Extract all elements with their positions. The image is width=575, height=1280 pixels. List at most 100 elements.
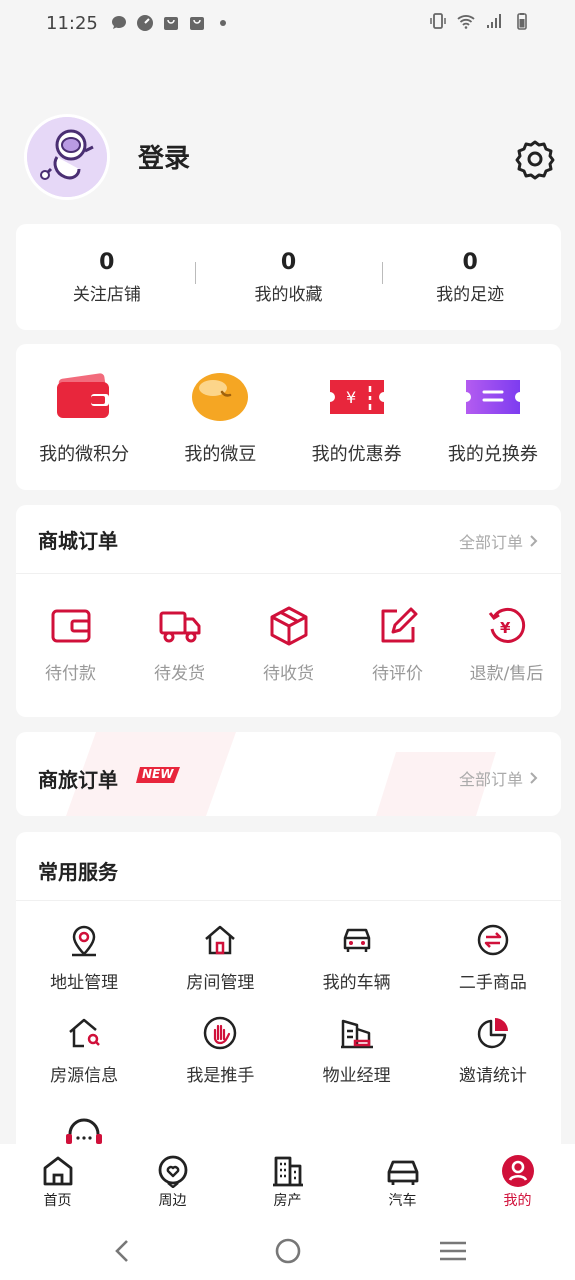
order-label: 退款/售后 bbox=[469, 664, 544, 684]
divider bbox=[195, 262, 196, 284]
second-hand-goods-item[interactable]: 二手商品 bbox=[425, 922, 561, 993]
order-status-row: 待付款 待发货 待收货 待评价 ¥ 退款/售后 bbox=[16, 605, 561, 684]
pending-receipt-item[interactable]: 待收货 bbox=[234, 605, 343, 684]
battery-icon bbox=[517, 13, 527, 30]
wallet-icon bbox=[57, 373, 110, 418]
tab-home[interactable]: 首页 bbox=[0, 1144, 115, 1220]
status-bar: 11:25 bbox=[0, 0, 575, 46]
promoter-item[interactable]: 我是推手 bbox=[152, 1015, 288, 1086]
svg-text:¥: ¥ bbox=[500, 619, 511, 637]
edit-icon bbox=[381, 607, 417, 643]
stat-count: 0 bbox=[99, 249, 115, 275]
trip-orders-all-link[interactable]: 全部订单 bbox=[459, 766, 539, 790]
tab-nearby[interactable]: 周边 bbox=[115, 1144, 230, 1220]
coupons-item[interactable]: ¥ 我的优惠券 bbox=[289, 344, 425, 490]
service-label: 二手商品 bbox=[458, 973, 527, 993]
dot-icon bbox=[219, 20, 226, 26]
gear-icon[interactable] bbox=[514, 138, 556, 180]
housing-info-item[interactable]: 房源信息 bbox=[16, 1015, 152, 1086]
invite-stats-item[interactable]: 邀请统计 bbox=[425, 1015, 561, 1086]
back-icon[interactable] bbox=[108, 1236, 138, 1266]
stat-label: 我的收藏 bbox=[254, 284, 323, 305]
refund-item[interactable]: ¥ 退款/售后 bbox=[452, 605, 561, 684]
footprints-stat[interactable]: 0 我的足迹 bbox=[379, 250, 561, 305]
refund-icon: ¥ bbox=[488, 607, 525, 643]
divider bbox=[382, 262, 383, 284]
tab-label: 汽车 bbox=[388, 1193, 417, 1209]
home-button-icon[interactable] bbox=[273, 1236, 303, 1266]
trip-orders-title: 商旅订单 bbox=[38, 768, 118, 792]
order-label: 待评价 bbox=[372, 664, 423, 684]
profile-tab-icon bbox=[501, 1155, 534, 1187]
pending-review-item[interactable]: 待评价 bbox=[343, 605, 452, 684]
followed-stores-stat[interactable]: 0 关注店铺 bbox=[16, 250, 198, 305]
chevron-right-icon bbox=[530, 772, 538, 784]
pending-payment-item[interactable]: 待付款 bbox=[16, 605, 125, 684]
mall-orders-title: 商城订单 bbox=[38, 529, 118, 553]
service-label: 物业经理 bbox=[322, 1066, 391, 1086]
room-management-item[interactable]: 房间管理 bbox=[152, 922, 288, 993]
asset-label: 我的微豆 bbox=[184, 444, 257, 465]
service-label: 邀请统计 bbox=[458, 1066, 527, 1086]
tab-real-estate[interactable]: 房产 bbox=[230, 1144, 345, 1220]
all-orders-label: 全部订单 bbox=[458, 770, 523, 789]
asset-label: 我的优惠券 bbox=[311, 444, 402, 465]
pie-chart-icon bbox=[477, 1018, 508, 1049]
order-label: 待收货 bbox=[263, 664, 314, 684]
wifi-icon bbox=[457, 15, 475, 29]
exchange-tickets-item[interactable]: 我的兑换券 bbox=[425, 344, 561, 490]
stat-label: 我的足迹 bbox=[436, 284, 505, 305]
order-label: 待发货 bbox=[154, 664, 205, 684]
assets-card: 我的微积分 我的微豆 ¥ 我的优惠券 我的兑换券 bbox=[16, 344, 561, 490]
signal-icon bbox=[487, 14, 501, 28]
all-orders-label: 全部订单 bbox=[458, 533, 523, 552]
bottom-tab-bar: 首页 周边 房产 汽车 我的 bbox=[0, 1144, 575, 1220]
services-grid: 地址管理 房间管理 我的车辆 二手商品 房源信息 我是推手 物业经理 邀请统计 bbox=[16, 922, 561, 1086]
favorites-stat[interactable]: 0 我的收藏 bbox=[198, 250, 380, 305]
tab-label: 我的 bbox=[503, 1193, 532, 1209]
system-icons bbox=[429, 12, 531, 30]
notification-icons bbox=[110, 14, 232, 32]
exchange-ticket-icon bbox=[465, 380, 520, 414]
tab-cars[interactable]: 汽车 bbox=[345, 1144, 460, 1220]
astronaut-avatar-icon bbox=[27, 117, 107, 197]
trip-orders-card[interactable]: 商旅订单 全部订单 bbox=[16, 732, 561, 816]
pending-shipment-item[interactable]: 待发货 bbox=[125, 605, 234, 684]
order-label: 待付款 bbox=[45, 664, 96, 684]
hand-icon bbox=[204, 1016, 237, 1050]
location-icon bbox=[72, 925, 97, 957]
chevron-right-icon bbox=[530, 535, 538, 547]
customer-service-icon[interactable] bbox=[64, 1118, 104, 1146]
tab-mine[interactable]: 我的 bbox=[460, 1144, 575, 1220]
asset-label: 我的兑换券 bbox=[447, 444, 538, 465]
avatar[interactable] bbox=[24, 114, 110, 200]
address-management-item[interactable]: 地址管理 bbox=[16, 922, 152, 993]
stats-card: 0 关注店铺 0 我的收藏 0 我的足迹 bbox=[16, 224, 561, 330]
svg-text:¥: ¥ bbox=[346, 388, 356, 407]
menu-icon[interactable] bbox=[438, 1236, 468, 1266]
asset-label: 我的微积分 bbox=[39, 444, 130, 465]
login-button[interactable]: 登录 bbox=[138, 138, 190, 175]
mall-orders-all-link[interactable]: 全部订单 bbox=[459, 529, 539, 553]
status-time: 11:25 bbox=[46, 12, 98, 34]
service-label: 房源信息 bbox=[50, 1066, 119, 1086]
my-vehicles-item[interactable]: 我的车辆 bbox=[289, 922, 425, 993]
system-nav-bar bbox=[0, 1220, 575, 1280]
bag-icon bbox=[189, 17, 204, 30]
divider bbox=[16, 573, 561, 574]
property-manager-item[interactable]: 物业经理 bbox=[289, 1015, 425, 1086]
heart-tab-icon bbox=[158, 1155, 187, 1188]
service-label: 我的车辆 bbox=[322, 973, 391, 993]
truck-icon bbox=[159, 611, 200, 643]
car-tab-icon bbox=[387, 1160, 418, 1185]
exchange-icon bbox=[477, 924, 509, 956]
building-icon bbox=[340, 1019, 373, 1049]
chat-icon bbox=[111, 16, 126, 29]
points-item[interactable]: 我的微积分 bbox=[16, 344, 152, 490]
services-title: 常用服务 bbox=[38, 860, 118, 884]
bean-icon bbox=[192, 373, 249, 421]
new-badge-text: NEW bbox=[142, 767, 174, 781]
beans-item[interactable]: 我的微豆 bbox=[152, 344, 288, 490]
home-tab-icon bbox=[43, 1156, 72, 1186]
house-search-icon bbox=[69, 1018, 101, 1048]
